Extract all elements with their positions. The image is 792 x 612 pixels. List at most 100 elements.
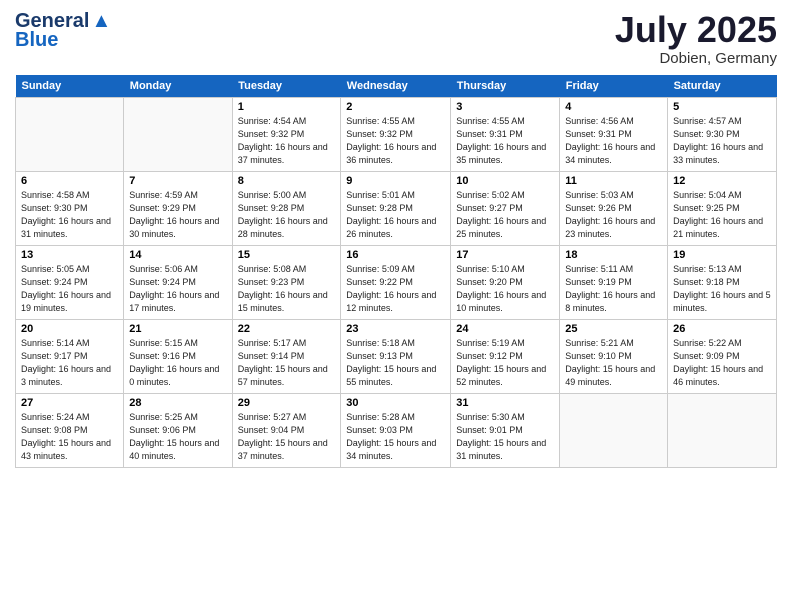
day-info: Sunrise: 5:11 AMSunset: 9:19 PMDaylight:…: [565, 263, 662, 315]
day-info: Sunrise: 5:30 AMSunset: 9:01 PMDaylight:…: [456, 411, 554, 463]
calendar-cell: 8 Sunrise: 5:00 AMSunset: 9:28 PMDayligh…: [232, 171, 341, 245]
calendar-cell: 11 Sunrise: 5:03 AMSunset: 9:26 PMDaylig…: [560, 171, 668, 245]
day-info: Sunrise: 5:19 AMSunset: 9:12 PMDaylight:…: [456, 337, 554, 389]
day-number: 21: [129, 323, 226, 335]
calendar-cell: 15 Sunrise: 5:08 AMSunset: 9:23 PMDaylig…: [232, 245, 341, 319]
day-info: Sunrise: 5:04 AMSunset: 9:25 PMDaylight:…: [673, 189, 771, 241]
calendar-cell: 3 Sunrise: 4:55 AMSunset: 9:31 PMDayligh…: [451, 97, 560, 171]
calendar-cell: [668, 393, 777, 467]
calendar-cell: 26 Sunrise: 5:22 AMSunset: 9:09 PMDaylig…: [668, 319, 777, 393]
day-number: 27: [21, 397, 118, 409]
header: General▲ Blue July 2025 Dobien, Germany: [15, 10, 777, 67]
calendar-cell: 19 Sunrise: 5:13 AMSunset: 9:18 PMDaylig…: [668, 245, 777, 319]
day-info: Sunrise: 4:57 AMSunset: 9:30 PMDaylight:…: [673, 115, 771, 167]
calendar-cell: 5 Sunrise: 4:57 AMSunset: 9:30 PMDayligh…: [668, 97, 777, 171]
day-number: 19: [673, 249, 771, 261]
day-info: Sunrise: 5:25 AMSunset: 9:06 PMDaylight:…: [129, 411, 226, 463]
calendar-cell: 27 Sunrise: 5:24 AMSunset: 9:08 PMDaylig…: [16, 393, 124, 467]
day-info: Sunrise: 4:55 AMSunset: 9:31 PMDaylight:…: [456, 115, 554, 167]
day-info: Sunrise: 5:06 AMSunset: 9:24 PMDaylight:…: [129, 263, 226, 315]
day-info: Sunrise: 5:18 AMSunset: 9:13 PMDaylight:…: [346, 337, 445, 389]
col-tuesday: Tuesday: [232, 75, 341, 98]
day-number: 12: [673, 175, 771, 187]
month-year: July 2025: [615, 10, 777, 50]
calendar-cell: 28 Sunrise: 5:25 AMSunset: 9:06 PMDaylig…: [124, 393, 232, 467]
calendar-cell: 23 Sunrise: 5:18 AMSunset: 9:13 PMDaylig…: [341, 319, 451, 393]
calendar-cell: 2 Sunrise: 4:55 AMSunset: 9:32 PMDayligh…: [341, 97, 451, 171]
day-number: 3: [456, 101, 554, 113]
col-thursday: Thursday: [451, 75, 560, 98]
col-sunday: Sunday: [16, 75, 124, 98]
day-number: 4: [565, 101, 662, 113]
title-block: July 2025 Dobien, Germany: [615, 10, 777, 67]
day-info: Sunrise: 4:59 AMSunset: 9:29 PMDaylight:…: [129, 189, 226, 241]
day-number: 28: [129, 397, 226, 409]
day-number: 18: [565, 249, 662, 261]
calendar-cell: 18 Sunrise: 5:11 AMSunset: 9:19 PMDaylig…: [560, 245, 668, 319]
day-number: 8: [238, 175, 336, 187]
day-info: Sunrise: 5:03 AMSunset: 9:26 PMDaylight:…: [565, 189, 662, 241]
day-info: Sunrise: 5:24 AMSunset: 9:08 PMDaylight:…: [21, 411, 118, 463]
day-number: 2: [346, 101, 445, 113]
day-info: Sunrise: 5:08 AMSunset: 9:23 PMDaylight:…: [238, 263, 336, 315]
calendar-cell: 17 Sunrise: 5:10 AMSunset: 9:20 PMDaylig…: [451, 245, 560, 319]
day-info: Sunrise: 5:00 AMSunset: 9:28 PMDaylight:…: [238, 189, 336, 241]
day-number: 30: [346, 397, 445, 409]
calendar-cell: 1 Sunrise: 4:54 AMSunset: 9:32 PMDayligh…: [232, 97, 341, 171]
day-number: 13: [21, 249, 118, 261]
day-number: 11: [565, 175, 662, 187]
day-info: Sunrise: 4:58 AMSunset: 9:30 PMDaylight:…: [21, 189, 118, 241]
calendar-cell: 24 Sunrise: 5:19 AMSunset: 9:12 PMDaylig…: [451, 319, 560, 393]
calendar-cell: 13 Sunrise: 5:05 AMSunset: 9:24 PMDaylig…: [16, 245, 124, 319]
day-info: Sunrise: 5:14 AMSunset: 9:17 PMDaylight:…: [21, 337, 118, 389]
day-number: 23: [346, 323, 445, 335]
day-number: 7: [129, 175, 226, 187]
day-number: 1: [238, 101, 336, 113]
calendar-cell: [560, 393, 668, 467]
day-number: 6: [21, 175, 118, 187]
calendar-week-5: 27 Sunrise: 5:24 AMSunset: 9:08 PMDaylig…: [16, 393, 777, 467]
calendar-cell: 6 Sunrise: 4:58 AMSunset: 9:30 PMDayligh…: [16, 171, 124, 245]
day-info: Sunrise: 5:17 AMSunset: 9:14 PMDaylight:…: [238, 337, 336, 389]
day-number: 26: [673, 323, 771, 335]
logo: General▲ Blue: [15, 10, 111, 52]
calendar-cell: 14 Sunrise: 5:06 AMSunset: 9:24 PMDaylig…: [124, 245, 232, 319]
day-info: Sunrise: 5:05 AMSunset: 9:24 PMDaylight:…: [21, 263, 118, 315]
header-row: Sunday Monday Tuesday Wednesday Thursday…: [16, 75, 777, 98]
calendar-cell: 16 Sunrise: 5:09 AMSunset: 9:22 PMDaylig…: [341, 245, 451, 319]
day-number: 16: [346, 249, 445, 261]
day-number: 22: [238, 323, 336, 335]
day-info: Sunrise: 5:28 AMSunset: 9:03 PMDaylight:…: [346, 411, 445, 463]
calendar-week-4: 20 Sunrise: 5:14 AMSunset: 9:17 PMDaylig…: [16, 319, 777, 393]
day-number: 24: [456, 323, 554, 335]
calendar-cell: 12 Sunrise: 5:04 AMSunset: 9:25 PMDaylig…: [668, 171, 777, 245]
calendar-table: Sunday Monday Tuesday Wednesday Thursday…: [15, 75, 777, 468]
logo-blue: Blue: [15, 29, 58, 52]
day-number: 20: [21, 323, 118, 335]
calendar-week-3: 13 Sunrise: 5:05 AMSunset: 9:24 PMDaylig…: [16, 245, 777, 319]
calendar-cell: 31 Sunrise: 5:30 AMSunset: 9:01 PMDaylig…: [451, 393, 560, 467]
col-saturday: Saturday: [668, 75, 777, 98]
calendar-cell: 29 Sunrise: 5:27 AMSunset: 9:04 PMDaylig…: [232, 393, 341, 467]
col-wednesday: Wednesday: [341, 75, 451, 98]
day-number: 31: [456, 397, 554, 409]
location: Dobien, Germany: [615, 50, 777, 67]
day-number: 25: [565, 323, 662, 335]
calendar-cell: 30 Sunrise: 5:28 AMSunset: 9:03 PMDaylig…: [341, 393, 451, 467]
day-info: Sunrise: 5:22 AMSunset: 9:09 PMDaylight:…: [673, 337, 771, 389]
day-info: Sunrise: 4:55 AMSunset: 9:32 PMDaylight:…: [346, 115, 445, 167]
day-number: 14: [129, 249, 226, 261]
calendar-cell: 21 Sunrise: 5:15 AMSunset: 9:16 PMDaylig…: [124, 319, 232, 393]
calendar-week-2: 6 Sunrise: 4:58 AMSunset: 9:30 PMDayligh…: [16, 171, 777, 245]
calendar-cell: [16, 97, 124, 171]
col-monday: Monday: [124, 75, 232, 98]
day-number: 9: [346, 175, 445, 187]
calendar-cell: 7 Sunrise: 4:59 AMSunset: 9:29 PMDayligh…: [124, 171, 232, 245]
calendar-cell: 20 Sunrise: 5:14 AMSunset: 9:17 PMDaylig…: [16, 319, 124, 393]
day-info: Sunrise: 4:54 AMSunset: 9:32 PMDaylight:…: [238, 115, 336, 167]
day-info: Sunrise: 5:21 AMSunset: 9:10 PMDaylight:…: [565, 337, 662, 389]
day-info: Sunrise: 5:15 AMSunset: 9:16 PMDaylight:…: [129, 337, 226, 389]
day-info: Sunrise: 5:01 AMSunset: 9:28 PMDaylight:…: [346, 189, 445, 241]
day-info: Sunrise: 5:13 AMSunset: 9:18 PMDaylight:…: [673, 263, 771, 315]
day-info: Sunrise: 5:10 AMSunset: 9:20 PMDaylight:…: [456, 263, 554, 315]
